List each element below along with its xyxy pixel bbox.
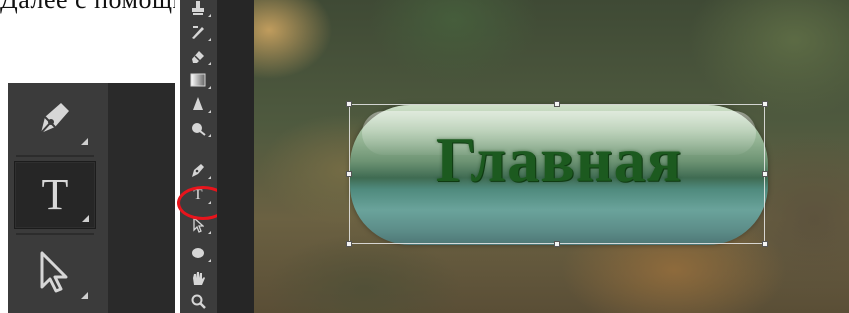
hand-icon	[190, 270, 206, 286]
transform-handle-top-center[interactable]	[554, 101, 560, 107]
clone-stamp-tool[interactable]	[187, 0, 211, 18]
transform-handle-bottom-right[interactable]	[762, 241, 768, 247]
submenu-indicator-icon	[208, 110, 211, 113]
transform-bounding-box[interactable]	[349, 104, 765, 244]
panel-divider-strip	[217, 0, 254, 313]
submenu-indicator-icon	[82, 215, 89, 222]
submenu-indicator-icon	[208, 62, 211, 65]
divider	[16, 233, 94, 235]
transform-handle-middle-left[interactable]	[346, 171, 352, 177]
transform-handle-middle-right[interactable]	[762, 171, 768, 177]
transform-handle-top-left[interactable]	[346, 101, 352, 107]
submenu-indicator-icon	[208, 86, 211, 89]
arrow-cursor-icon	[34, 249, 74, 295]
divider	[16, 155, 94, 157]
ellipse-icon	[190, 246, 206, 260]
eraser-icon	[190, 48, 206, 64]
blur-tool[interactable]	[187, 94, 211, 114]
transform-handle-bottom-left[interactable]	[346, 241, 352, 247]
zoom-type-tool[interactable]: T	[14, 161, 96, 229]
submenu-indicator-icon	[208, 14, 211, 17]
submenu-indicator-icon	[208, 231, 211, 234]
submenu-indicator-icon	[81, 292, 88, 299]
hand-tool[interactable]	[187, 268, 209, 288]
history-brush-tool[interactable]	[187, 22, 211, 42]
pen-nib-icon	[190, 162, 206, 178]
ellipse-tool[interactable]	[187, 243, 211, 263]
stamp-icon	[190, 0, 206, 16]
submenu-indicator-icon	[208, 38, 211, 41]
submenu-indicator-icon	[208, 259, 211, 262]
dodge-icon	[190, 120, 206, 136]
zoom-pen-tool[interactable]	[14, 85, 94, 151]
submenu-indicator-icon	[208, 176, 211, 179]
zoom-path-selection-tool[interactable]	[14, 239, 94, 305]
blur-drop-icon	[191, 96, 205, 112]
pen-nib-icon	[31, 95, 77, 141]
zoomed-panel-dark-area	[108, 83, 175, 313]
eraser-tool[interactable]	[187, 46, 211, 66]
transform-handle-bottom-center[interactable]	[554, 241, 560, 247]
zoomed-toolbar-panel: T	[8, 83, 108, 313]
zoom-tool[interactable]	[187, 291, 209, 311]
tools-panel: T	[180, 0, 217, 313]
transform-handle-top-right[interactable]	[762, 101, 768, 107]
type-icon: T	[41, 170, 69, 219]
gradient-tool[interactable]	[187, 70, 211, 90]
submenu-indicator-icon	[81, 138, 88, 145]
submenu-indicator-icon	[208, 134, 211, 137]
history-brush-icon	[190, 24, 206, 40]
dodge-tool[interactable]	[187, 118, 211, 138]
gradient-icon	[190, 73, 206, 87]
magnifier-icon	[190, 293, 206, 309]
pen-tool[interactable]	[187, 160, 211, 180]
